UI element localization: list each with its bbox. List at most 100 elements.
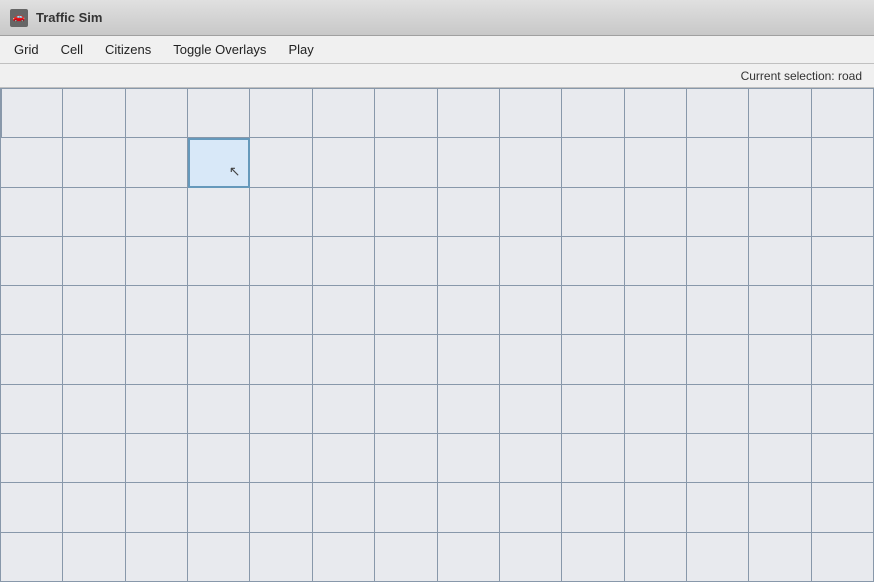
grid-cell[interactable] [625,335,687,384]
grid-cell[interactable] [438,483,500,532]
grid-cell[interactable] [63,237,125,286]
grid-cell[interactable] [375,89,437,138]
grid-cell[interactable] [749,483,811,532]
grid-cell[interactable] [687,89,749,138]
grid-cell[interactable] [687,188,749,237]
grid-cell[interactable] [812,286,874,335]
grid-cell[interactable] [438,237,500,286]
grid-cell[interactable] [126,138,188,187]
grid-cell[interactable] [126,188,188,237]
grid-cell[interactable] [500,434,562,483]
grid-cell[interactable] [812,434,874,483]
grid-cell[interactable] [126,434,188,483]
grid-cell[interactable] [749,335,811,384]
grid-cell[interactable] [126,533,188,582]
grid-cell[interactable] [438,89,500,138]
grid-cell[interactable] [126,483,188,532]
grid-container[interactable]: ↖ [0,88,874,582]
grid-cell[interactable] [250,434,312,483]
grid-cell[interactable] [375,335,437,384]
grid-cell[interactable] [313,335,375,384]
grid-cell[interactable] [562,89,624,138]
grid-cell[interactable] [375,237,437,286]
grid-cell[interactable] [438,385,500,434]
grid-cell[interactable]: ↖ [188,138,250,187]
grid-cell[interactable] [687,434,749,483]
grid-cell[interactable] [63,138,125,187]
grid-cell[interactable] [812,188,874,237]
grid-cell[interactable] [687,335,749,384]
grid-cell[interactable] [188,188,250,237]
grid-cell[interactable] [126,385,188,434]
grid-cell[interactable] [1,138,63,187]
grid-cell[interactable] [63,434,125,483]
grid-cell[interactable] [250,385,312,434]
grid-cell[interactable] [749,138,811,187]
grid-cell[interactable] [625,188,687,237]
grid-cell[interactable] [749,286,811,335]
grid-cell[interactable] [63,188,125,237]
grid-cell[interactable] [749,188,811,237]
grid-cell[interactable] [250,335,312,384]
grid-cell[interactable] [313,237,375,286]
grid-cell[interactable] [1,188,63,237]
grid-cell[interactable] [188,434,250,483]
grid-cell[interactable] [625,237,687,286]
grid-cell[interactable] [63,483,125,532]
grid-cell[interactable] [749,434,811,483]
grid-cell[interactable] [625,138,687,187]
grid-cell[interactable] [562,385,624,434]
grid-cell[interactable] [126,237,188,286]
grid-cell[interactable] [313,138,375,187]
grid-cell[interactable] [375,138,437,187]
grid-cell[interactable] [625,286,687,335]
grid-cell[interactable] [63,286,125,335]
grid-cell[interactable] [375,188,437,237]
grid-cell[interactable] [625,533,687,582]
grid-cell[interactable] [1,434,63,483]
grid-cell[interactable] [250,89,312,138]
grid-cell[interactable] [438,138,500,187]
grid-cell[interactable] [562,286,624,335]
grid-cell[interactable] [749,89,811,138]
grid-cell[interactable] [749,385,811,434]
grid-cell[interactable] [250,533,312,582]
grid-cell[interactable] [562,138,624,187]
grid-cell[interactable] [687,483,749,532]
grid-cell[interactable] [438,286,500,335]
grid-cell[interactable] [63,385,125,434]
menu-cell[interactable]: Cell [51,39,93,60]
grid-cell[interactable] [812,385,874,434]
grid-cell[interactable] [1,89,63,138]
grid-cell[interactable] [375,483,437,532]
grid-cell[interactable] [500,483,562,532]
grid-cell[interactable] [188,533,250,582]
grid-cell[interactable] [313,533,375,582]
grid-cell[interactable] [250,483,312,532]
grid-cell[interactable] [500,385,562,434]
grid-cell[interactable] [625,434,687,483]
grid-cell[interactable] [500,138,562,187]
grid-cell[interactable] [188,483,250,532]
grid-cell[interactable] [375,434,437,483]
menu-grid[interactable]: Grid [4,39,49,60]
grid-cell[interactable] [562,335,624,384]
grid-cell[interactable] [749,237,811,286]
grid-cell[interactable] [1,385,63,434]
grid-cell[interactable] [500,286,562,335]
grid-cell[interactable] [812,335,874,384]
grid-cell[interactable] [687,533,749,582]
grid-cell[interactable] [1,237,63,286]
grid-cell[interactable] [375,385,437,434]
grid[interactable]: ↖ [0,88,874,582]
grid-cell[interactable] [1,286,63,335]
grid-cell[interactable] [250,286,312,335]
grid-cell[interactable] [687,286,749,335]
grid-cell[interactable] [438,434,500,483]
grid-cell[interactable] [1,335,63,384]
grid-cell[interactable] [375,533,437,582]
grid-cell[interactable] [188,89,250,138]
grid-cell[interactable] [562,483,624,532]
grid-cell[interactable] [687,385,749,434]
grid-cell[interactable] [812,533,874,582]
